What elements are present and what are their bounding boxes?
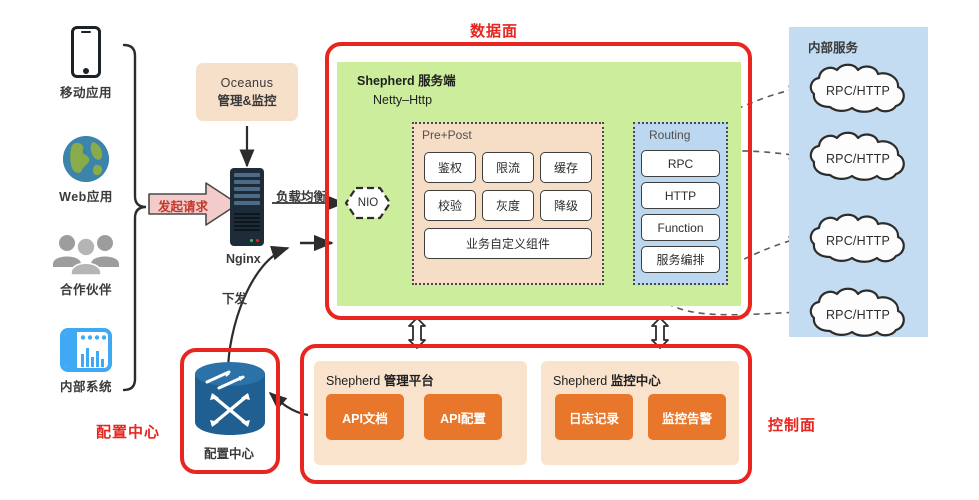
oceanus-box: Oceanus 管理&监控 bbox=[196, 63, 298, 121]
routing-header: Routing bbox=[649, 128, 691, 142]
shepherd-monitor-header-cn: 监控中心 bbox=[610, 374, 661, 388]
shepherd-admin-header-cn: 管理平台 bbox=[383, 374, 434, 388]
routing-chip-http[interactable]: HTTP bbox=[641, 182, 720, 209]
cloud-service-4: RPC/HTTP bbox=[806, 287, 910, 342]
control-plane-label: 控制面 bbox=[768, 417, 817, 434]
globe-icon bbox=[63, 136, 109, 182]
client-internal-system: 内部系统 bbox=[38, 328, 134, 395]
data-plane-label: 数据面 bbox=[470, 23, 519, 40]
routing-chip-rpc[interactable]: RPC bbox=[641, 150, 720, 177]
client-label: 内部系统 bbox=[59, 380, 112, 394]
load-balance-label: 负载均衡 bbox=[276, 190, 327, 204]
prepost-chip-degrade[interactable]: 降级 bbox=[540, 190, 592, 221]
mobile-phone-icon bbox=[71, 26, 101, 78]
client-label: 合作伙伴 bbox=[59, 283, 112, 297]
shepherd-monitor-header: Shepherd 监控中心 bbox=[553, 370, 661, 389]
nginx-label: Nginx bbox=[226, 252, 261, 266]
prepost-chip-cache[interactable]: 缓存 bbox=[540, 152, 592, 183]
cloud-service-2: RPC/HTTP bbox=[806, 131, 910, 186]
prepost-chip-custom[interactable]: 业务自定义组件 bbox=[424, 228, 592, 259]
monitor-alert-button[interactable]: 监控告警 bbox=[648, 394, 726, 440]
cloud-service-1: RPC/HTTP bbox=[806, 63, 910, 118]
api-config-button[interactable]: API配置 bbox=[424, 394, 502, 440]
client-label: 移动应用 bbox=[59, 86, 112, 100]
cloud-label: RPC/HTTP bbox=[825, 233, 891, 248]
people-group-icon bbox=[50, 233, 122, 276]
shepherd-server-title: Shepherd 服务端 Netty–Http bbox=[357, 72, 456, 110]
nginx-server-icon bbox=[230, 168, 264, 246]
internal-system-window-icon bbox=[60, 328, 112, 372]
oceanus-name: Oceanus bbox=[220, 75, 274, 90]
shepherd-admin-header: Shepherd 管理平台 bbox=[326, 370, 434, 389]
client-label: Web应用 bbox=[59, 190, 113, 204]
cloud-service-3: RPC/HTTP bbox=[806, 213, 910, 268]
cloud-label: RPC/HTTP bbox=[825, 151, 891, 166]
prepost-chip-ratelimit[interactable]: 限流 bbox=[482, 152, 534, 183]
cloud-label: RPC/HTTP bbox=[825, 83, 891, 98]
client-mobile: 移动应用 bbox=[38, 26, 134, 101]
client-web: Web应用 bbox=[38, 136, 134, 205]
internal-services-header: 内部服务 bbox=[808, 41, 859, 55]
nio-label: NIO bbox=[357, 197, 379, 209]
oceanus-subtitle: 管理&监控 bbox=[217, 94, 277, 108]
nio-node: NIO bbox=[344, 186, 392, 225]
config-center-icon-label: 配置中心 bbox=[204, 447, 255, 461]
architecture-diagram: 移动应用 Web应用 合作伙伴 内部系统 发起请求 Oceanus 管理&监控 … bbox=[0, 0, 979, 500]
request-arrow-label: 发起请求 bbox=[158, 200, 209, 214]
prepost-chip-gray[interactable]: 灰度 bbox=[482, 190, 534, 221]
api-doc-button[interactable]: API文档 bbox=[326, 394, 404, 440]
shepherd-server-title-cn: Shepherd 服务端 bbox=[357, 74, 456, 88]
shepherd-admin-header-en: Shepherd bbox=[326, 374, 381, 388]
client-partner: 合作伙伴 bbox=[38, 233, 134, 298]
push-down-label: 下发 bbox=[222, 292, 248, 306]
routing-chip-function[interactable]: Function bbox=[641, 214, 720, 241]
config-center-cylinder-icon bbox=[193, 360, 267, 441]
routing-chip-orchestration[interactable]: 服务编排 bbox=[641, 246, 720, 273]
shepherd-monitor-header-en: Shepherd bbox=[553, 374, 608, 388]
log-record-button[interactable]: 日志记录 bbox=[555, 394, 633, 440]
prepost-header: Pre+Post bbox=[422, 128, 472, 142]
config-center-plane-label: 配置中心 bbox=[96, 424, 161, 441]
cloud-label: RPC/HTTP bbox=[825, 307, 891, 322]
prepost-chip-validate[interactable]: 校验 bbox=[424, 190, 476, 221]
prepost-chip-auth[interactable]: 鉴权 bbox=[424, 152, 476, 183]
shepherd-server-title-en: Netty–Http bbox=[373, 92, 433, 107]
